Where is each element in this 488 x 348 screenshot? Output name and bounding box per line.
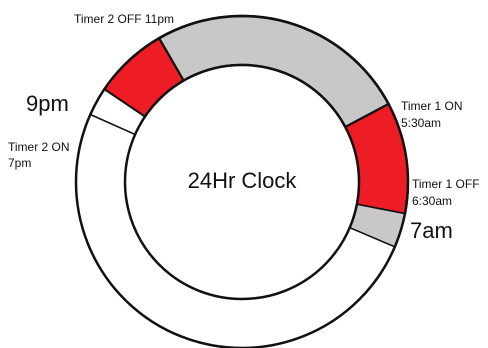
seven-am-label: 7am — [410, 218, 453, 243]
timer1-on-label-line1: Timer 1 ON — [401, 99, 463, 113]
timer1-on-label-line2: 5:30am — [401, 116, 441, 130]
clock-diagram: 24Hr Clock Timer 2 OFF 11pm 9pm Timer 2 … — [8, 12, 480, 348]
timer2-off-label: Timer 2 OFF 11pm — [74, 12, 174, 26]
timer2-on-label-line1: Timer 2 ON — [8, 140, 70, 154]
timer1-off-label-line1: Timer 1 OFF — [412, 177, 480, 191]
nine-pm-label: 9pm — [26, 91, 69, 116]
center-label: 24Hr Clock — [188, 168, 298, 193]
timer1-off-label-line2: 6:30am — [412, 194, 452, 208]
timer2-on-label-line2: 7pm — [8, 156, 31, 170]
